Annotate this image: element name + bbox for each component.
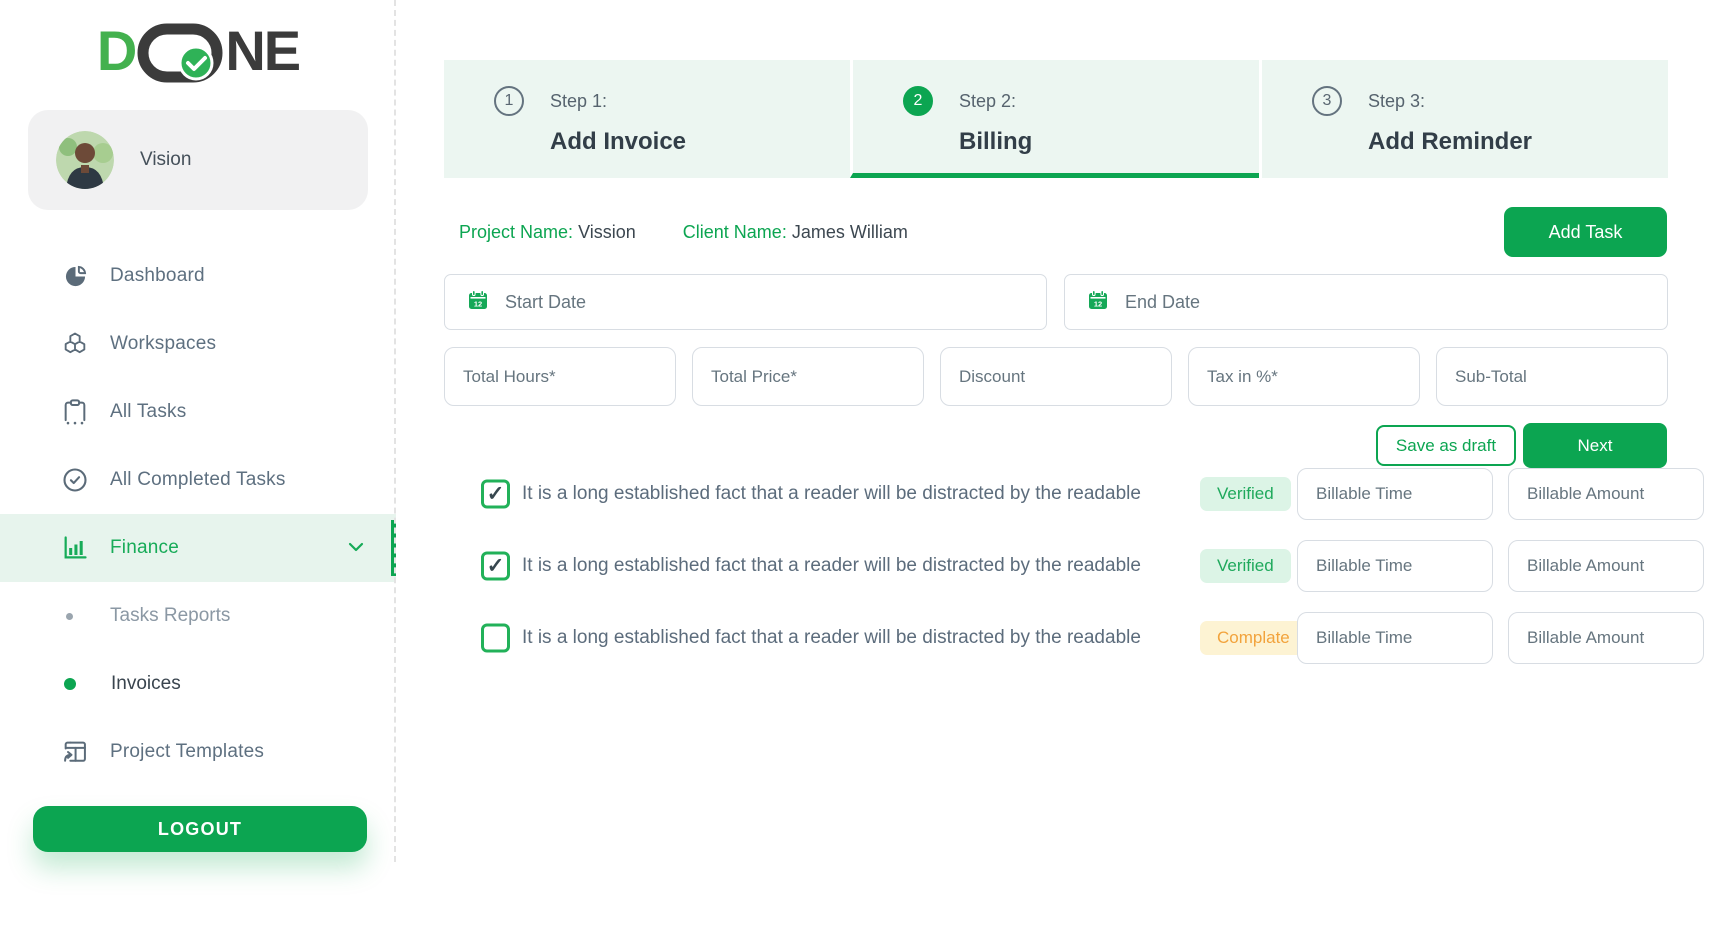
svg-text:12: 12	[1094, 299, 1102, 308]
subtotal-input[interactable]	[1436, 347, 1668, 406]
calendar-icon: 12	[467, 289, 489, 316]
sidebar-item-all-tasks[interactable]: All Tasks	[0, 378, 396, 446]
task-text: It is a long established fact that a rea…	[522, 627, 1141, 649]
billable-time-input[interactable]	[1297, 468, 1493, 520]
sidebar-item-dashboard[interactable]: Dashboard	[0, 242, 396, 310]
step-label: Step 1:	[550, 91, 607, 112]
user-name: Vision	[140, 149, 191, 171]
logo-letter-d: D	[97, 23, 135, 79]
project-name-value: Vission	[578, 222, 636, 242]
save-as-draft-button[interactable]: Save as draft	[1376, 425, 1516, 466]
step-number: 1	[494, 86, 524, 116]
tax-input[interactable]	[1188, 347, 1420, 406]
sidebar-item-finance[interactable]: Finance	[0, 514, 396, 582]
total-price-input[interactable]	[692, 347, 924, 406]
sidebar-item-workspaces[interactable]: Workspaces	[0, 310, 396, 378]
billing-stepper: 1 Step 1: Add Invoice 2 Step 2: Billing …	[444, 60, 1668, 178]
task-text: It is a long established fact that a rea…	[522, 483, 1141, 505]
task-checkbox[interactable]: ✓	[481, 480, 510, 509]
total-hours-input[interactable]	[444, 347, 676, 406]
step-label: Step 3:	[1368, 91, 1425, 112]
sidebar-item-label: Tasks Reports	[110, 605, 230, 627]
project-name-label: Project Name:	[459, 222, 573, 242]
status-badge: Verified	[1200, 477, 1291, 511]
sidebar-item-label: All Completed Tasks	[110, 469, 286, 491]
task-row: ✓ It is a long established fact that a r…	[444, 540, 1704, 592]
start-date-field: 12	[444, 274, 1047, 330]
bullet-icon	[64, 678, 76, 690]
logo-letters-ne: NE	[225, 23, 299, 79]
calendar-icon: 12	[1087, 289, 1109, 316]
bullet-icon	[66, 613, 73, 620]
step-number: 3	[1312, 86, 1342, 116]
template-icon	[60, 738, 90, 766]
billable-time-input[interactable]	[1297, 540, 1493, 592]
start-date-input[interactable]	[505, 292, 910, 313]
task-checkbox[interactable]: ✓	[481, 552, 510, 581]
status-badge: Verified	[1200, 549, 1291, 583]
discount-input[interactable]	[940, 347, 1172, 406]
svg-text:12: 12	[474, 299, 482, 308]
logout-button[interactable]: LOGOUT	[33, 806, 367, 852]
step-title: Billing	[959, 128, 1259, 156]
step-title: Add Reminder	[1368, 128, 1668, 156]
task-text: It is a long established fact that a rea…	[522, 555, 1141, 577]
step-label: Step 2:	[959, 91, 1016, 112]
billable-amount-input[interactable]	[1508, 468, 1704, 520]
sidebar-divider	[394, 0, 396, 862]
avatar	[56, 131, 114, 189]
next-button[interactable]: Next	[1523, 423, 1667, 468]
add-task-button[interactable]: Add Task	[1504, 207, 1667, 257]
check-circle-icon	[60, 466, 90, 494]
sidebar-nav: Dashboard Workspaces All Tasks	[0, 242, 396, 786]
sidebar-item-label: Workspaces	[110, 333, 216, 355]
sidebar-item-tasks-reports[interactable]: Tasks Reports	[0, 582, 396, 650]
clipboard-icon	[60, 398, 90, 426]
task-row: It is a long established fact that a rea…	[444, 612, 1704, 664]
client-name-value: James William	[792, 222, 908, 242]
sidebar-item-label: All Tasks	[110, 401, 186, 423]
step-add-reminder[interactable]: 3 Step 3: Add Reminder	[1259, 60, 1668, 178]
sidebar-item-label: Invoices	[111, 673, 181, 695]
pie-chart-icon	[60, 263, 90, 290]
sidebar-item-label: Finance	[110, 537, 179, 559]
status-badge: Complate	[1200, 621, 1307, 655]
app-logo: D NE	[0, 16, 396, 86]
end-date-input[interactable]	[1125, 292, 1531, 313]
sidebar-item-label: Dashboard	[110, 265, 205, 287]
user-profile-card[interactable]: Vision	[28, 110, 368, 210]
billable-amount-input[interactable]	[1508, 612, 1704, 664]
client-name-label: Client Name:	[683, 222, 787, 242]
sidebar: D NE Vision	[0, 0, 396, 870]
logo-check-o-icon	[136, 22, 224, 89]
billable-time-input[interactable]	[1297, 612, 1493, 664]
step-number: 2	[903, 86, 933, 116]
billable-amount-input[interactable]	[1508, 540, 1704, 592]
project-info-row: Project Name: Vission Client Name: James…	[459, 222, 908, 243]
sidebar-item-project-templates[interactable]: Project Templates	[0, 718, 396, 786]
chevron-down-icon[interactable]	[348, 539, 364, 557]
sidebar-item-label: Project Templates	[110, 741, 264, 763]
bar-chart-icon	[60, 534, 90, 562]
cubes-icon	[60, 330, 90, 358]
step-billing[interactable]: 2 Step 2: Billing	[850, 60, 1259, 178]
task-row: ✓ It is a long established fact that a r…	[444, 468, 1704, 520]
sidebar-item-all-completed-tasks[interactable]: All Completed Tasks	[0, 446, 396, 514]
step-title: Add Invoice	[550, 128, 850, 156]
end-date-field: 12	[1064, 274, 1668, 330]
sidebar-item-invoices[interactable]: Invoices	[0, 650, 396, 718]
task-checkbox[interactable]	[481, 624, 510, 653]
step-add-invoice[interactable]: 1 Step 1: Add Invoice	[444, 60, 850, 178]
